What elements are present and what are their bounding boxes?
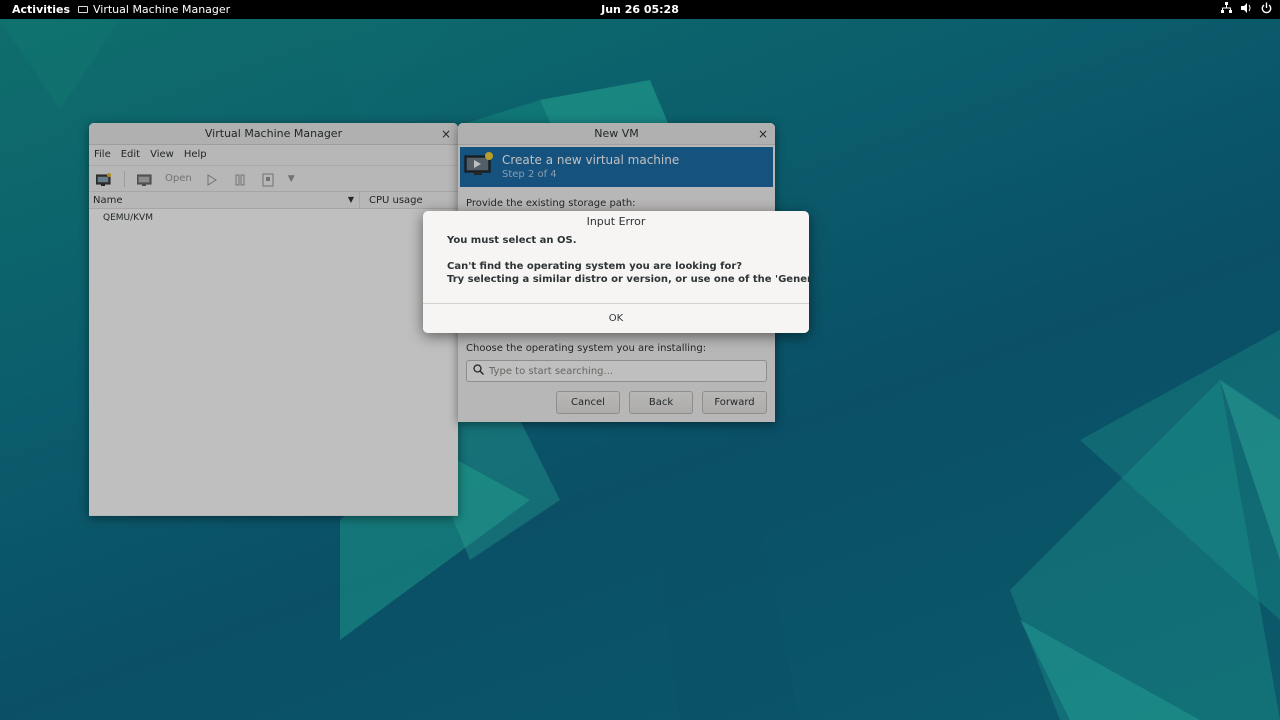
menu-file[interactable]: File xyxy=(94,149,111,161)
clock[interactable]: Jun 26 05:28 xyxy=(0,3,1280,16)
toolbar-separator xyxy=(124,170,125,187)
ok-button[interactable]: OK xyxy=(423,303,809,333)
vmm-titlebar[interactable]: Virtual Machine Manager × xyxy=(89,123,458,145)
top-bar: Activities Virtual Machine Manager Jun 2… xyxy=(0,0,1280,19)
os-search-field[interactable] xyxy=(466,360,767,382)
volume-icon xyxy=(1241,2,1252,14)
dialog-primary-text: You must select an OS. xyxy=(447,235,577,246)
pause-icon[interactable] xyxy=(232,173,248,185)
vmm-toolbar: Open ▼ xyxy=(89,165,458,191)
os-label: Choose the operating system you are inst… xyxy=(466,343,707,354)
new-vm-icon xyxy=(464,152,494,178)
column-cpu-usage[interactable]: CPU usage xyxy=(359,192,432,208)
menu-view[interactable]: View xyxy=(150,149,174,161)
menu-help[interactable]: Help xyxy=(184,149,207,161)
vmm-close-icon[interactable]: × xyxy=(441,123,451,145)
wizard-step: Step 2 of 4 xyxy=(502,169,557,180)
dialog-secondary-line-2: Try selecting a similar distro or versio… xyxy=(447,274,809,285)
power-icon xyxy=(1261,2,1272,14)
wizard-title: Create a new virtual machine xyxy=(502,153,680,167)
dialog-title: Input Error xyxy=(586,215,646,228)
run-icon[interactable] xyxy=(204,173,220,186)
system-menu[interactable] xyxy=(1221,2,1272,14)
wizard-header: Create a new virtual machine Step 2 of 4 xyxy=(460,147,773,187)
dialog-secondary-text: Can't find the operating system you are … xyxy=(423,249,809,286)
cancel-button[interactable]: Cancel xyxy=(556,391,620,414)
vmm-menubar: File Edit View Help xyxy=(89,145,458,165)
menu-edit[interactable]: Edit xyxy=(121,149,140,161)
open-vm-icon[interactable] xyxy=(136,173,153,186)
vmm-window: Virtual Machine Manager × File Edit View… xyxy=(89,123,458,516)
sort-chevron-icon: ▼ xyxy=(347,195,354,204)
column-name-label: Name xyxy=(93,195,123,206)
new-vm-close-icon[interactable]: × xyxy=(758,123,768,145)
new-vm-title: New VM xyxy=(594,127,639,140)
os-search-input[interactable] xyxy=(489,365,749,377)
forward-button[interactable]: Forward xyxy=(702,391,767,414)
new-vm-icon[interactable] xyxy=(95,172,112,186)
search-icon xyxy=(473,364,484,378)
vmm-title: Virtual Machine Manager xyxy=(204,127,343,140)
dialog-secondary-line-1: Can't find the operating system you are … xyxy=(447,261,743,272)
new-vm-titlebar[interactable]: New VM × xyxy=(458,123,775,145)
list-item[interactable]: QEMU/KVM xyxy=(103,213,444,223)
open-button[interactable]: Open xyxy=(165,173,192,184)
shutdown-icon[interactable] xyxy=(260,173,276,186)
input-error-dialog: Input Error You must select an OS. Can't… xyxy=(423,211,809,333)
network-icon xyxy=(1221,2,1232,14)
column-name[interactable]: Name ▼ xyxy=(89,192,359,208)
back-button[interactable]: Back xyxy=(629,391,693,414)
shutdown-menu-chevron-icon[interactable]: ▼ xyxy=(288,173,298,185)
vm-list-header: Name ▼ CPU usage xyxy=(89,191,458,209)
vm-list: QEMU/KVM xyxy=(89,209,458,515)
storage-path-label: Provide the existing storage path: xyxy=(466,198,636,209)
